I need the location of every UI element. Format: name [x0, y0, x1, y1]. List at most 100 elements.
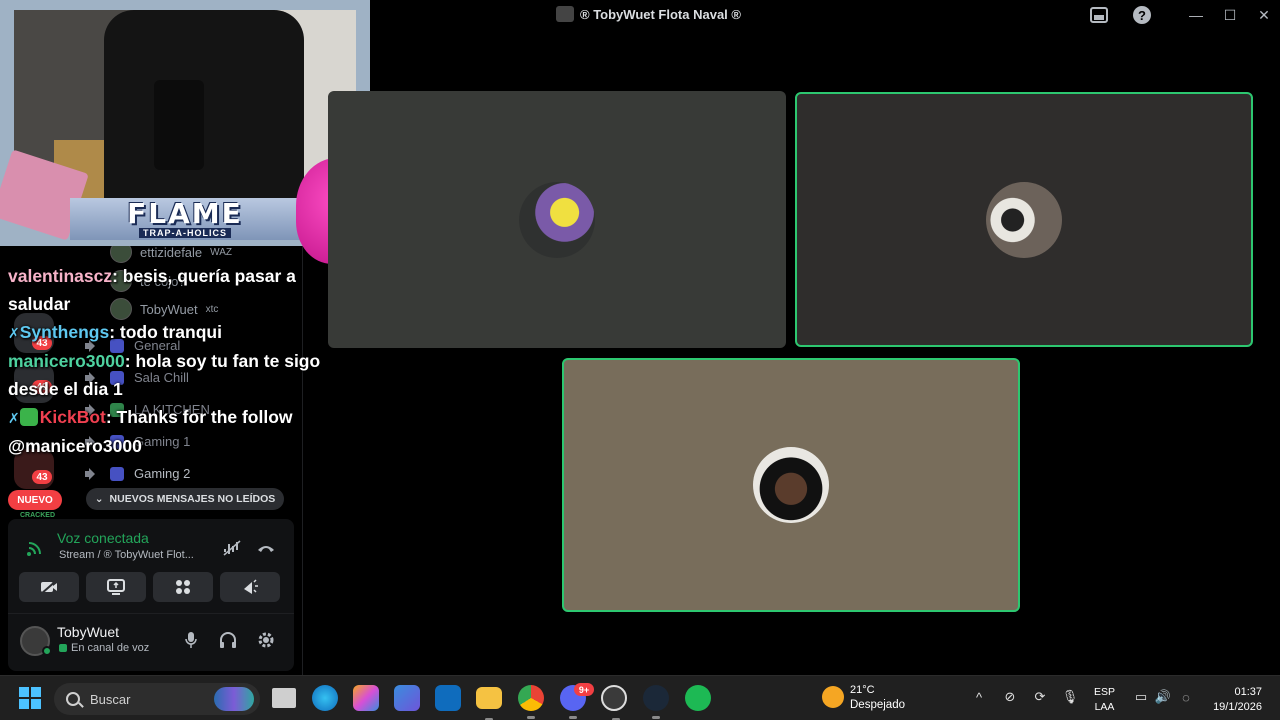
search-highlight-icon	[214, 687, 254, 711]
participant-avatar	[986, 181, 1062, 258]
close-icon[interactable]: ✕	[1253, 5, 1275, 25]
username[interactable]: TobyWuet	[57, 624, 119, 640]
window-title-group: ® TobyWuet Flota Naval ®	[556, 6, 741, 22]
volume-icon[interactable]: 🔊	[1154, 688, 1172, 706]
outlook-icon[interactable]	[435, 685, 461, 711]
weather-icon[interactable]	[822, 686, 844, 708]
chat-message: manicero3000: hola soy tu fan te sigo de…	[8, 347, 328, 403]
user-status: En canal de voz	[59, 642, 149, 654]
mention-badge: 43	[32, 470, 52, 484]
new-badge[interactable]: NUEVO	[8, 490, 62, 510]
channel-emoji-icon	[110, 466, 124, 481]
pin-icon: ✗	[8, 325, 20, 341]
webcam-person	[104, 10, 304, 200]
flame-logo-subtitle: TRAP-A-HOLICS	[139, 228, 231, 238]
microsoft-store-icon[interactable]	[394, 685, 420, 711]
chat-message: ✗ KickBot: Thanks for the follow @manicer…	[8, 403, 328, 460]
stream-chat-overlay: valentinascz: besis, quería pasar a salu…	[8, 262, 328, 460]
clock-date: 19/1/2026	[1213, 701, 1262, 713]
kickbot-badge-icon	[19, 408, 38, 426]
noise-suppression-icon[interactable]	[221, 537, 243, 559]
soundboard-icon	[244, 579, 258, 594]
input-language[interactable]: ESP LAA	[1094, 685, 1115, 715]
svg-text:?: ?	[1138, 8, 1146, 23]
new-messages-pill[interactable]: ⌄ NUEVOS MENSAJES NO LEÍDOS	[86, 488, 284, 510]
user-status-text: En canal de voz	[71, 642, 150, 654]
voice-location[interactable]: Stream / ® TobyWuet Flot...	[59, 549, 194, 561]
channel-gaming-2[interactable]: Gaming 2	[84, 466, 190, 481]
microphone-tray-icon[interactable]: 🎙	[1061, 688, 1079, 706]
activities-icon	[176, 580, 190, 594]
flame-logo: FLAME TRAP-A-HOLICS	[70, 198, 300, 240]
edge-browser-icon[interactable]	[312, 685, 338, 711]
search-placeholder: Buscar	[90, 691, 131, 707]
chat-username: valentinascz	[8, 266, 113, 286]
camera-off-icon	[40, 579, 58, 595]
spotify-icon[interactable]	[685, 685, 711, 711]
participant-tile-speaking[interactable]	[562, 358, 1020, 612]
obs-icon[interactable]	[601, 685, 627, 720]
online-status-icon	[42, 646, 52, 656]
inbox-icon[interactable]	[1088, 5, 1110, 25]
chrome-icon[interactable]	[518, 685, 544, 719]
voice-status-icon	[59, 644, 67, 652]
camera-off-button[interactable]	[19, 572, 79, 602]
member-tag: WAZ	[210, 246, 233, 258]
participant-avatar	[753, 447, 829, 523]
participant-tile[interactable]	[328, 91, 786, 348]
chat-username: KickBot	[39, 407, 106, 427]
divider	[8, 613, 294, 614]
chat-username: Synthengs	[19, 322, 110, 342]
headphones-icon[interactable]	[217, 629, 239, 651]
help-icon[interactable]: ?	[1131, 5, 1153, 25]
clock-time: 01:37	[1234, 686, 1262, 698]
keyboard-layout: LAA	[1094, 701, 1115, 713]
chevron-up-icon[interactable]: ^	[970, 688, 988, 706]
webcam-overlay: FLAME TRAP-A-HOLICS	[0, 0, 386, 264]
minimize-icon[interactable]: —	[1185, 5, 1207, 25]
app-tray-icon[interactable]: ⊘	[1001, 688, 1019, 706]
member-name: ettizidefale	[140, 244, 203, 260]
network-icon[interactable]: ◌	[1177, 688, 1195, 706]
flame-logo-text: FLAME	[127, 197, 243, 230]
steam-icon[interactable]	[643, 685, 669, 719]
microphone-icon[interactable]	[180, 629, 202, 651]
copilot-icon[interactable]	[353, 685, 379, 711]
pin-icon: ✗	[8, 410, 20, 426]
chevron-down-icon: ⌄	[94, 493, 104, 505]
chat-message: ✗Synthengs: todo tranqui	[8, 318, 328, 347]
chat-message: valentinascz: besis, quería pasar a salu…	[8, 262, 328, 318]
search-icon	[66, 692, 80, 706]
weather-temperature[interactable]: 21°C	[850, 684, 875, 696]
voice-status[interactable]: Voz conectada	[57, 530, 149, 546]
soundboard-button[interactable]	[220, 572, 280, 602]
disconnect-icon[interactable]	[255, 537, 277, 559]
chat-text: : todo tranqui	[109, 322, 222, 342]
voice-connection-panel: Voz conectada Stream / ® TobyWuet Flot..…	[8, 519, 294, 671]
new-messages-label: NUEVOS MENSAJES NO LEÍDOS	[109, 493, 276, 505]
language-code: ESP	[1094, 686, 1116, 698]
sync-icon[interactable]: ⟳	[1031, 688, 1049, 706]
taskbar: Buscar 9+ 21°C Despejado ^ ⊘ ⟳ 🎙 ESP LAA…	[0, 675, 1280, 720]
signal-icon[interactable]	[26, 539, 44, 557]
participant-tile-speaking[interactable]	[795, 92, 1253, 347]
discord-notification-badge: 9+	[574, 683, 594, 696]
window-title: ® TobyWuet Flota Naval ®	[580, 6, 741, 22]
system-clock[interactable]: 01:37 19/1/2026	[1204, 685, 1262, 715]
server-icon	[556, 6, 574, 22]
screen-share-button[interactable]	[86, 572, 146, 602]
activities-button[interactable]	[153, 572, 213, 602]
channel-label: Gaming 2	[134, 466, 191, 481]
speaker-icon	[84, 467, 100, 481]
task-view-icon[interactable]	[272, 688, 296, 708]
chat-username: manicero3000	[8, 351, 125, 371]
weather-description[interactable]: Despejado	[850, 699, 905, 711]
display-icon[interactable]: ▭	[1132, 688, 1150, 706]
maximize-icon[interactable]: ☐	[1219, 5, 1241, 25]
gear-icon[interactable]	[255, 629, 277, 651]
windows-start-icon[interactable]	[19, 687, 41, 709]
file-explorer-icon[interactable]	[476, 687, 502, 720]
taskbar-search[interactable]: Buscar	[54, 683, 260, 715]
cracked-label: CRACKED	[20, 512, 55, 519]
participant-avatar	[519, 181, 595, 258]
